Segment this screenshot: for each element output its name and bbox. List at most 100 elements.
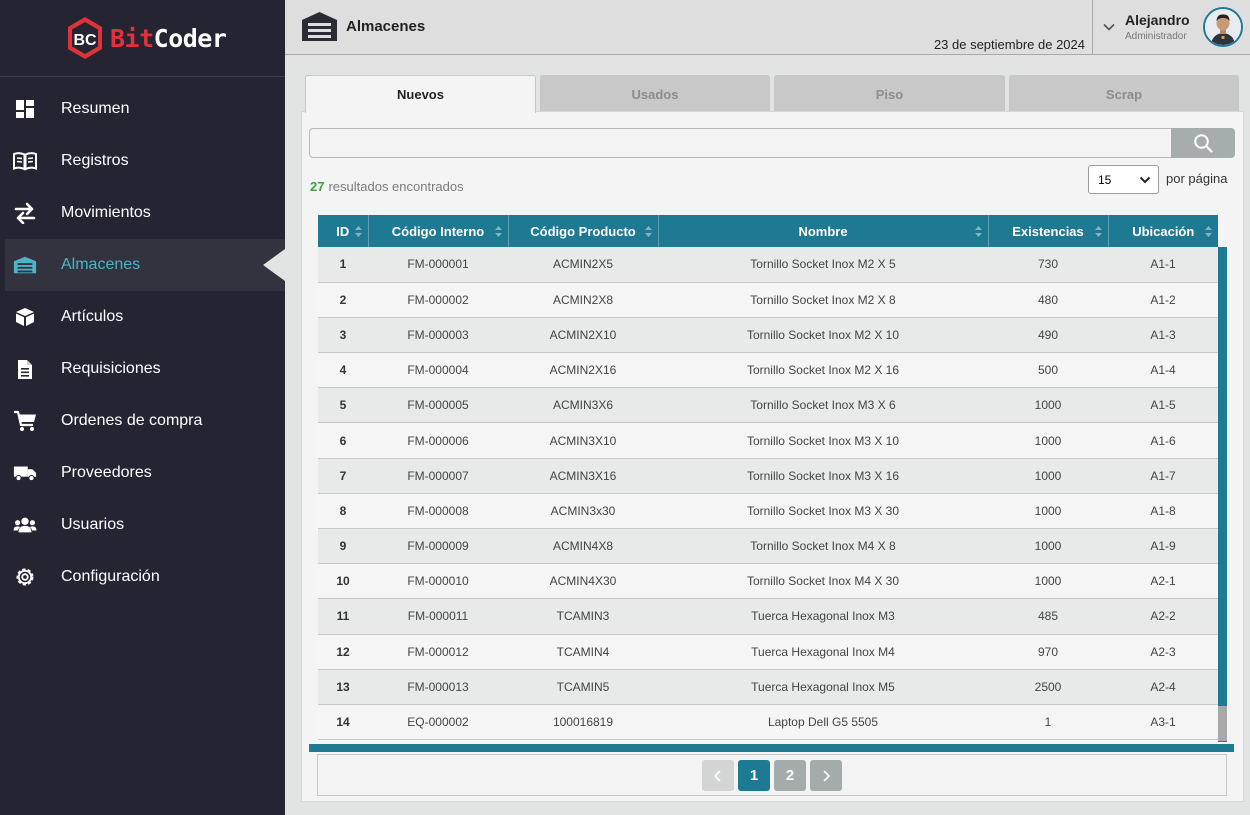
table-cell: FM-000006: [407, 433, 469, 448]
tab-scrap[interactable]: Scrap: [1009, 75, 1239, 112]
table-cell: Tuerca Hexagonal Inox M5: [751, 679, 895, 694]
table-cell: A2-1: [1150, 574, 1176, 589]
per-page-select[interactable]: 15: [1088, 165, 1159, 194]
table-cell: FM-000004: [407, 363, 469, 378]
table-cell: A1-4: [1150, 363, 1176, 378]
table-cell: ACMIN2X10: [549, 327, 617, 342]
page-button-1[interactable]: 1: [738, 760, 770, 791]
table-cell: 14: [336, 715, 350, 730]
table-row[interactable]: 1 FM-000001 ACMIN2X5 Tornillo Socket Inox M…: [318, 247, 1218, 283]
table-cell: FM-000001: [407, 257, 469, 272]
sidebar-item-movimientos[interactable]: Movimientos: [0, 187, 285, 239]
dashboard-icon: [13, 97, 37, 121]
column-header[interactable]: Código Interno: [368, 215, 509, 247]
vertical-scrollbar[interactable]: [1218, 247, 1227, 742]
column-header-label: Nombre: [798, 223, 848, 239]
sidebar-item-configuracion[interactable]: Configuración: [0, 551, 285, 603]
sidebar-nav: Resumen Registros Movimientos Almacenes …: [0, 83, 285, 603]
table-cell: 2500: [1034, 679, 1062, 694]
chevron-down-icon[interactable]: [1102, 20, 1116, 39]
tab-usados[interactable]: Usados: [540, 75, 770, 112]
table-row[interactable]: 9 FM-000009 ACMIN4X8 Tornillo Socket Inox M…: [318, 528, 1218, 564]
gear-icon: [13, 565, 37, 589]
table-row[interactable]: 5 FM-000005 ACMIN3X6 Tornillo Socket Inox M…: [318, 387, 1218, 423]
sidebar-item-proveedores[interactable]: Proveedores: [0, 447, 285, 499]
table-cell: ACMIN2X8: [552, 292, 614, 307]
table-row[interactable]: 3 FM-000003 ACMIN2X10 Tornillo Socket Inox …: [318, 317, 1218, 353]
table-cell: ACMIN3X16: [549, 468, 617, 483]
table-row[interactable]: 11 FM-000011 TCAMIN3 Tuerca Hexagonal Inox …: [318, 598, 1218, 635]
horizontal-scrollbar[interactable]: [309, 744, 1234, 752]
table-cell: 1000: [1034, 574, 1062, 589]
table-row[interactable]: 8 FM-000008 ACMIN3x30 Tornillo Socket Inox …: [318, 493, 1218, 529]
column-header[interactable]: Existencias: [988, 215, 1109, 247]
column-header[interactable]: ID: [318, 215, 369, 247]
sidebar-item-label: Artículos: [61, 308, 124, 325]
table-cell: Tornillo Socket Inox M2 X 10: [746, 327, 900, 342]
next-page-button[interactable]: [810, 760, 842, 791]
page-title: Almacenes: [346, 18, 426, 35]
table-cell: 7: [339, 468, 347, 483]
sort-icon: [974, 226, 982, 237]
table-cell: ACMIN4X30: [549, 574, 617, 589]
sidebar-item-label: Usuarios: [61, 516, 125, 533]
table-cell: 10: [336, 574, 350, 589]
sidebar-item-requisiciones[interactable]: Requisiciones: [0, 343, 285, 395]
table-cell: Tuerca Hexagonal Inox M4: [751, 644, 895, 659]
table-cell: FM-000010: [407, 574, 469, 589]
table-cell: ACMIN2X16: [549, 363, 617, 378]
sidebar-item-usuarios[interactable]: Usuarios: [0, 499, 285, 551]
column-header[interactable]: Ubicación: [1108, 215, 1218, 247]
table-row[interactable]: 7 FM-000007 ACMIN3X16 Tornillo Socket Inox …: [318, 458, 1218, 494]
column-header-label: Código Producto: [530, 223, 636, 239]
sidebar-item-registros[interactable]: Registros: [0, 135, 285, 187]
table-cell: 2: [339, 292, 347, 307]
table-row[interactable]: 6 FM-000006 ACMIN3X10 Tornillo Socket Inox …: [318, 422, 1218, 459]
column-header-label: Ubicación: [1132, 223, 1195, 239]
search-button[interactable]: [1171, 128, 1235, 158]
sort-icon: [1094, 226, 1102, 237]
column-header-label: Existencias: [1012, 223, 1084, 239]
user-name[interactable]: Alejandro: [1125, 12, 1190, 28]
scrollbar-thumb[interactable]: [1218, 706, 1227, 741]
sidebar-item-resumen[interactable]: Resumen: [0, 83, 285, 135]
column-header[interactable]: Nombre: [658, 215, 989, 247]
sidebar-item-almacenes[interactable]: Almacenes: [5, 239, 285, 291]
table-cell: 11: [336, 609, 350, 624]
table-cell: 490: [1037, 327, 1059, 342]
brand-logo[interactable]: BC BitCoder: [66, 16, 227, 60]
sidebar-item-ordenes[interactable]: Ordenes de compra: [0, 395, 285, 447]
sidebar-item-label: Registros: [61, 152, 129, 169]
table-row[interactable]: 10 FM-000010 ACMIN4X30 Tornillo Socket Inox…: [318, 563, 1218, 599]
sort-icon: [1205, 226, 1212, 237]
table-cell: TCAMIN3: [556, 609, 610, 624]
table-row[interactable]: 12 FM-000012 TCAMIN4 Tuerca Hexagonal Inox …: [318, 634, 1218, 670]
table-cell: A1-5: [1150, 398, 1176, 413]
chevron-left-icon: [713, 769, 721, 782]
table-row[interactable]: 2 FM-000002 ACMIN2X8 Tornillo Socket Inox M…: [318, 282, 1218, 318]
table-cell: 1000: [1034, 398, 1062, 413]
table-cell: 1000: [1034, 539, 1062, 554]
chevron-down-icon: [1139, 174, 1151, 189]
table-row[interactable]: 14 EQ-000002 100016819 Laptop Dell G5 5505 1…: [318, 704, 1218, 740]
search-input[interactable]: [309, 128, 1172, 158]
truck-icon: [13, 461, 37, 485]
column-header[interactable]: Código Producto: [508, 215, 659, 247]
avatar[interactable]: [1203, 7, 1243, 47]
table-row[interactable]: 13 FM-000013 TCAMIN5 Tuerca Hexagonal Inox …: [318, 669, 1218, 705]
table-cell: A2-2: [1150, 609, 1176, 624]
column-header-label: Código Interno: [391, 223, 485, 239]
sidebar-item-articulos[interactable]: Artículos: [0, 291, 285, 343]
table-cell: 970: [1037, 644, 1059, 659]
tab-piso[interactable]: Piso: [774, 75, 1005, 112]
users-icon: [13, 513, 37, 537]
table-row[interactable]: 4 FM-000004 ACMIN2X16 Tornillo Socket Inox …: [318, 352, 1218, 388]
sort-icon: [494, 226, 502, 237]
prev-page-button[interactable]: [702, 760, 734, 791]
table-cell: 6: [339, 433, 347, 448]
table-cell: 1: [1044, 715, 1052, 730]
inventory-table-container: ID Código Interno Código Producto Nombre Exi…: [318, 215, 1228, 742]
table-cell: Tornillo Socket Inox M2 X 8: [750, 292, 896, 307]
tab-nuevos[interactable]: Nuevos: [305, 75, 536, 113]
page-button-2[interactable]: 2: [774, 760, 806, 791]
